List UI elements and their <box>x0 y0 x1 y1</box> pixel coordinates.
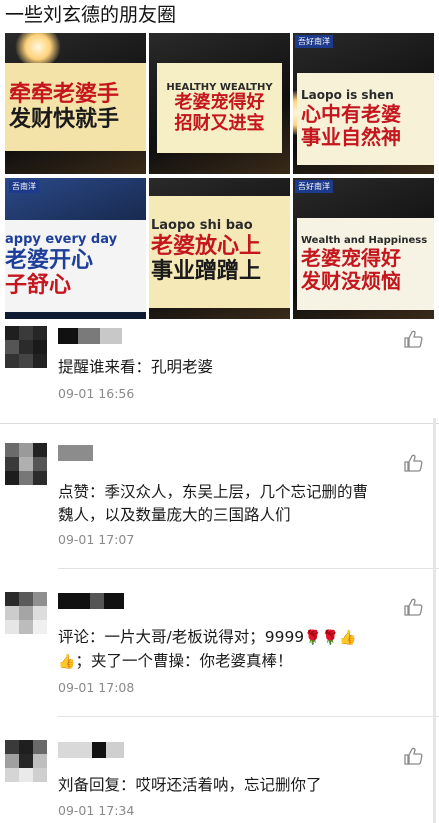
avatar[interactable] <box>5 443 47 485</box>
comment-text: 评论：一片大哥/老板说得对；9999 <box>58 628 305 646</box>
rose-emoji: 🌹 <box>304 630 322 646</box>
thumbs-up-emoji: 👍 <box>58 654 76 670</box>
avatar[interactable] <box>5 326 47 368</box>
rose-emoji: 🌹 <box>321 630 340 646</box>
sign-line: 事业蹭蹭上 <box>151 258 262 285</box>
scrollbar[interactable] <box>433 418 436 823</box>
like-icon[interactable] <box>403 454 423 472</box>
comment-text-line: 👍；夹了一个曹操：你老婆真棒！ <box>58 650 292 674</box>
thumbs-up-emoji: 👍 <box>339 630 357 646</box>
comment-time: 09-01 17:08 <box>58 680 135 695</box>
comment-text-line: 点赞：季汉众人，东吴上层，几个忘记删的曹 <box>58 483 369 501</box>
blurred-username[interactable] <box>58 742 124 758</box>
sign-line: 牵牵老婆手 <box>9 80 120 107</box>
sign-line: 招财又进宝 <box>174 112 265 134</box>
sign-line: 发财没烦恼 <box>301 268 401 293</box>
sign-line: 子舒心 <box>5 272 72 299</box>
comment-text: ；夹了一个曹操：你老婆真棒！ <box>75 652 293 670</box>
post-title: 一些刘玄德的朋友圈 <box>5 4 177 26</box>
sign-english: appy every day <box>5 232 118 248</box>
shop-tag: 吾好南洋 <box>295 35 333 48</box>
sign-board: 牵牵老婆手 发财快就手 <box>5 63 146 151</box>
sign-board: Wealth and Happiness 老婆宠得好 发财没烦恼 <box>297 218 434 310</box>
avatar[interactable] <box>5 740 47 782</box>
sign-board: appy every day 老婆开心 子舒心 <box>5 220 146 312</box>
sign-line: 事业自然神 <box>301 124 401 149</box>
like-icon[interactable] <box>403 747 423 765</box>
photo-1[interactable]: 牵牵老婆手 发财快就手 <box>5 33 146 174</box>
comment-text-line: 评论：一片大哥/老板说得对；9999🌹🌹👍 <box>58 626 356 650</box>
comment-text: 刘备回复：哎呀还活着呐，忘记删你了 <box>58 776 322 794</box>
sign-board: HEALTHY WEALTHY 老婆宠得好 招财又进宝 <box>157 63 282 153</box>
photo-4[interactable]: 吾南洋 appy every day 老婆开心 子舒心 <box>5 178 146 319</box>
photo-5[interactable]: Laopo shi bao 老婆放心上 事业蹭蹭上 <box>149 178 290 319</box>
blurred-username[interactable] <box>58 593 124 609</box>
sign-board: Laopo shi bao 老婆放心上 事业蹭蹭上 <box>149 196 290 308</box>
photo-6[interactable]: 吾好南洋 Wealth and Happiness 老婆宠得好 发财没烦恼 <box>293 178 434 319</box>
photo-grid: 牵牵老婆手 发财快就手 HEALTHY WEALTHY 老婆宠得好 招财又进宝 … <box>5 33 434 319</box>
like-icon[interactable] <box>403 598 423 616</box>
photo-2[interactable]: HEALTHY WEALTHY 老婆宠得好 招财又进宝 <box>149 33 290 174</box>
photo-3[interactable]: 吾好南洋 Laopo is shen 心中有老婆 事业自然神 <box>293 33 434 174</box>
divider <box>58 716 439 717</box>
avatar[interactable] <box>5 592 47 634</box>
sign-line: 老婆宠得好 <box>301 245 401 270</box>
sign-line: 老婆宠得好 <box>174 92 265 114</box>
comment-time: 09-01 17:34 <box>58 803 135 818</box>
divider <box>0 423 439 424</box>
comment-text-line: 魏人，以及数量庞大的三国路人们 <box>58 506 291 524</box>
comment-time: 09-01 17:07 <box>58 532 135 547</box>
comment-text: 提醒谁来看：孔明老婆 <box>58 358 214 376</box>
sign-english: Laopo is shen <box>301 88 394 103</box>
sign-board: Laopo is shen 心中有老婆 事业自然神 <box>297 73 434 165</box>
blurred-username[interactable] <box>58 445 93 461</box>
divider <box>58 568 439 569</box>
sign-line: 老婆放心上 <box>151 233 262 260</box>
sign-line: 心中有老婆 <box>301 101 401 126</box>
shop-tag: 吾好南洋 <box>295 180 333 193</box>
comment-time: 09-01 16:56 <box>58 386 135 401</box>
sign-english: Laopo shi bao <box>151 218 253 234</box>
shop-tag: 吾南洋 <box>9 180 39 193</box>
sign-line: 老婆开心 <box>5 247 94 274</box>
blurred-username[interactable] <box>58 328 122 344</box>
like-icon[interactable] <box>403 330 423 348</box>
sign-line: 发财快就手 <box>9 106 120 132</box>
